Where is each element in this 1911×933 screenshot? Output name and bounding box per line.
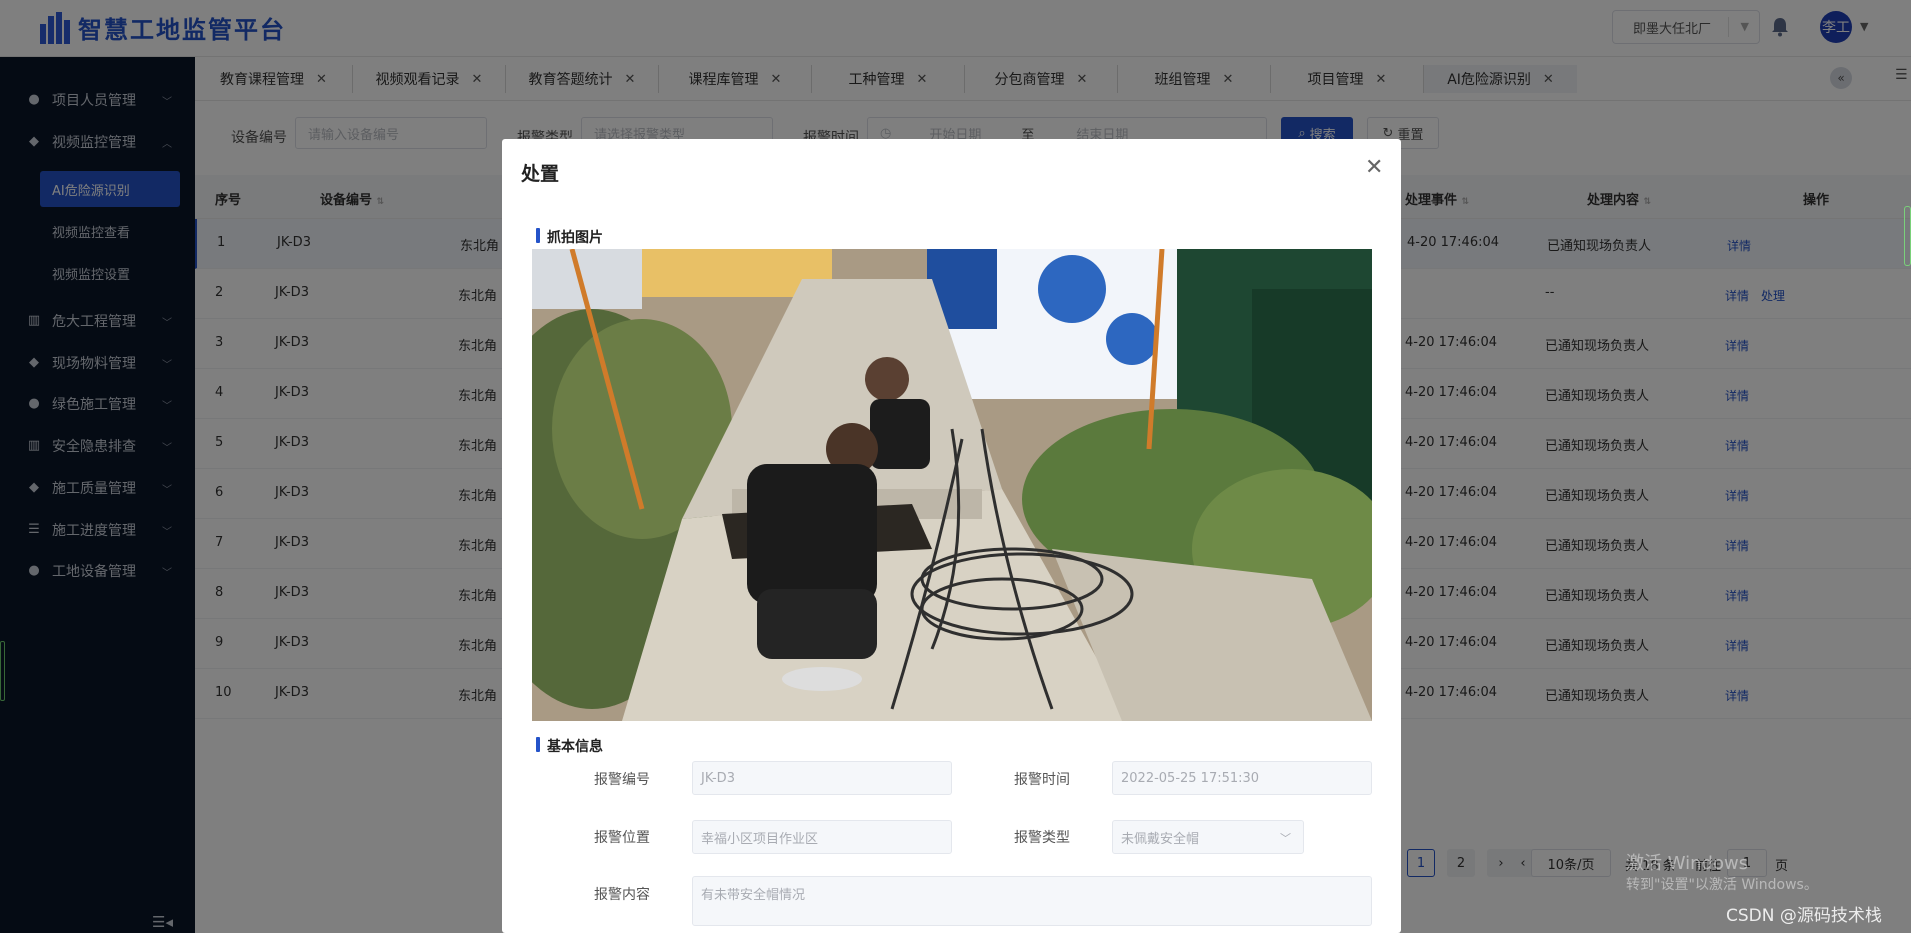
info-section-title: 基本信息 bbox=[536, 736, 603, 756]
scroll-indicator[interactable] bbox=[1904, 206, 1911, 266]
disposal-dialog: 处置 ✕ 抓拍图片 基本信息 报警编号 JK-D3 报警时间 2022-05-2… bbox=[502, 139, 1401, 933]
alarm-no-field[interactable]: JK-D3 bbox=[692, 761, 952, 795]
alarm-location-label: 报警位置 bbox=[594, 830, 650, 846]
dialog-title: 处置 bbox=[521, 163, 560, 185]
csdn-watermark: CSDN @源码技术栈 bbox=[1726, 906, 1882, 926]
alarm-no-label: 报警编号 bbox=[594, 772, 650, 788]
close-icon[interactable]: ✕ bbox=[1365, 155, 1383, 180]
windows-activation-line1: 激活 Windows bbox=[1626, 853, 1749, 874]
alarm-time-label: 报警时间 bbox=[1014, 772, 1070, 788]
alarm-type-value: 未佩戴安全帽 bbox=[1121, 831, 1200, 847]
windows-activation-line2: 转到"设置"以激活 Windows。 bbox=[1626, 877, 1818, 893]
alarm-time-field[interactable]: 2022-05-25 17:51:30 bbox=[1112, 761, 1372, 795]
photo-section-title: 抓拍图片 bbox=[536, 227, 603, 247]
alarm-type-label: 报警类型 bbox=[1014, 830, 1070, 846]
alarm-location-field[interactable]: 幸福小区项目作业区 bbox=[692, 820, 952, 854]
alarm-type-select[interactable]: 未佩戴安全帽 ﹀ bbox=[1112, 820, 1304, 854]
snapshot-image bbox=[532, 249, 1372, 721]
alarm-content-field[interactable]: 有未带安全帽情况 bbox=[692, 876, 1372, 926]
chevron-down-icon: ﹀ bbox=[1280, 832, 1291, 845]
alarm-content-label: 报警内容 bbox=[594, 887, 650, 903]
